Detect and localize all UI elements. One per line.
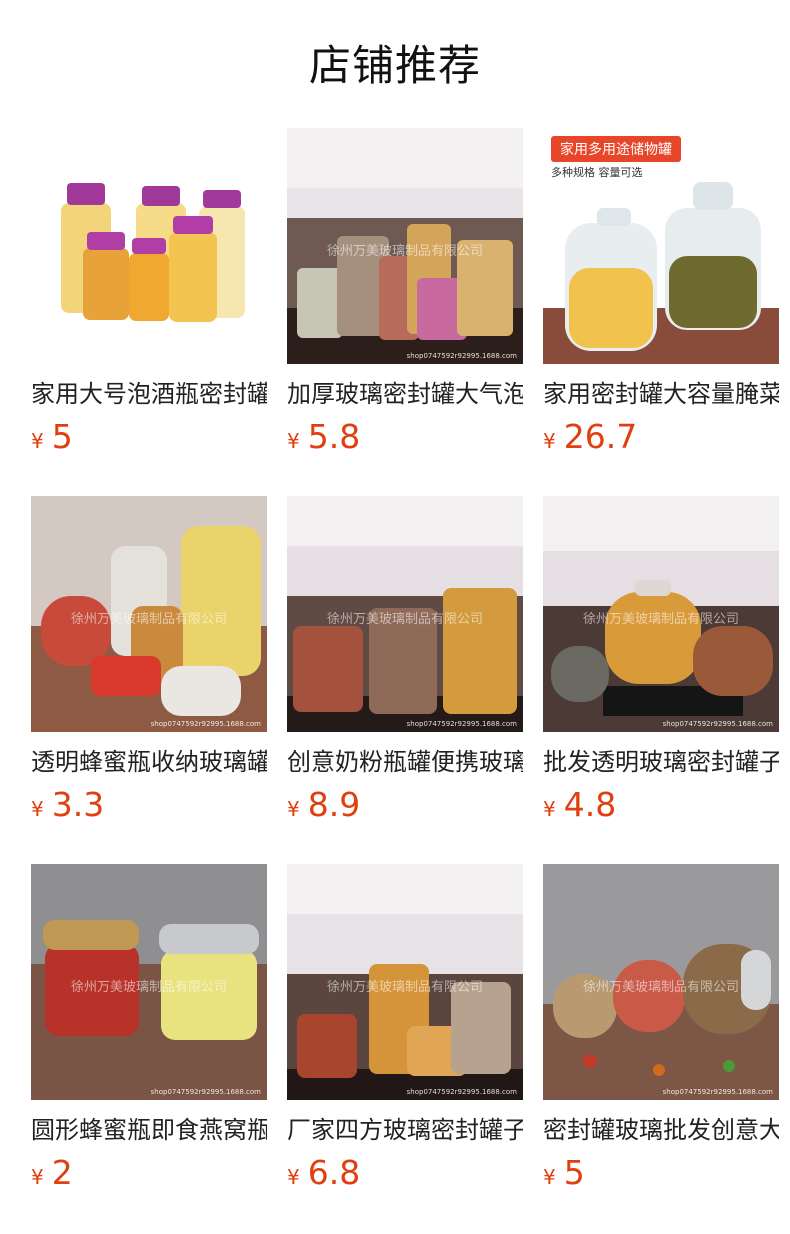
product-price: ¥6.8 <box>287 1154 523 1198</box>
product-card[interactable]: 徐州万美玻璃制品有限公司 shop0747592r92995.1688.com … <box>287 496 523 824</box>
currency-symbol: ¥ <box>287 797 300 821</box>
currency-symbol: ¥ <box>31 797 44 821</box>
product-card[interactable]: 徐州万美玻璃制品有限公司 shop0747592r92995.1688.com … <box>543 864 779 1192</box>
watermark-text: 徐州万美玻璃制品有限公司 <box>582 612 739 627</box>
watermark-text: 徐州万美玻璃制品有限公司 <box>70 980 227 995</box>
product-price: ¥5 <box>543 1154 779 1198</box>
product-price: ¥4.8 <box>543 786 779 830</box>
price-value: 5 <box>563 1153 585 1192</box>
product-name: 加厚玻璃密封罐大气泡 <box>287 380 523 408</box>
shop-id-text: shop0747592r92995.1688.com <box>150 1088 261 1096</box>
product-name: 密封罐玻璃批发创意大 <box>543 1116 779 1144</box>
watermark-text: 徐州万美玻璃制品有限公司 <box>326 612 483 627</box>
product-image: 徐州万美玻璃制品有限公司 shop0747592r92995.1688.com <box>287 864 523 1100</box>
price-value: 26.7 <box>563 417 638 456</box>
product-image <box>31 128 267 364</box>
product-name: 厂家四方玻璃密封罐子 <box>287 1116 523 1144</box>
price-value: 8.9 <box>307 785 361 824</box>
product-name: 圆形蜂蜜瓶即食燕窝瓶 <box>31 1116 267 1144</box>
product-image: 徐州万美玻璃制品有限公司 shop0747592r92995.1688.com <box>31 864 267 1100</box>
price-value: 5 <box>51 417 73 456</box>
price-value: 2 <box>51 1153 73 1192</box>
product-image: 徐州万美玻璃制品有限公司 shop0747592r92995.1688.com <box>543 864 779 1100</box>
currency-symbol: ¥ <box>287 429 300 453</box>
product-name: 透明蜂蜜瓶收纳玻璃罐 <box>31 748 267 776</box>
product-name: 家用大号泡酒瓶密封罐 <box>31 380 267 408</box>
product-name: 家用密封罐大容量腌菜 <box>543 380 779 408</box>
product-card[interactable]: 徐州万美玻璃制品有限公司 shop0747592r92995.1688.com … <box>31 864 267 1192</box>
product-price: ¥5 <box>31 418 267 462</box>
currency-symbol: ¥ <box>543 429 556 453</box>
product-card[interactable]: 家用大号泡酒瓶密封罐 ¥5 <box>31 128 267 456</box>
watermark-text: 徐州万美玻璃制品有限公司 <box>326 980 483 995</box>
shop-id-text: shop0747592r92995.1688.com <box>406 352 517 360</box>
product-image: 徐州万美玻璃制品有限公司 shop0747592r92995.1688.com <box>287 128 523 364</box>
currency-symbol: ¥ <box>543 1165 556 1189</box>
product-image: 徐州万美玻璃制品有限公司 shop0747592r92995.1688.com <box>31 496 267 732</box>
shop-id-text: shop0747592r92995.1688.com <box>662 720 773 728</box>
price-value: 5.8 <box>307 417 361 456</box>
shop-id-text: shop0747592r92995.1688.com <box>406 1088 517 1096</box>
product-image: 徐州万美玻璃制品有限公司 shop0747592r92995.1688.com <box>287 496 523 732</box>
product-card[interactable]: 徐州万美玻璃制品有限公司 shop0747592r92995.1688.com … <box>287 864 523 1192</box>
watermark-text: 徐州万美玻璃制品有限公司 <box>326 244 483 259</box>
shop-id-text: shop0747592r92995.1688.com <box>406 720 517 728</box>
shop-id-text: shop0747592r92995.1688.com <box>662 1088 773 1096</box>
watermark-text: 徐州万美玻璃制品有限公司 <box>70 612 227 627</box>
currency-symbol: ¥ <box>31 1165 44 1189</box>
product-image: 家用多用途储物罐 多种规格 容量可选 <box>543 128 779 364</box>
watermark-text: 徐州万美玻璃制品有限公司 <box>582 980 739 995</box>
product-price: ¥2 <box>31 1154 267 1198</box>
product-card[interactable]: 徐州万美玻璃制品有限公司 shop0747592r92995.1688.com … <box>31 496 267 824</box>
price-value: 6.8 <box>307 1153 361 1192</box>
price-value: 4.8 <box>563 785 617 824</box>
product-price: ¥8.9 <box>287 786 523 830</box>
currency-symbol: ¥ <box>287 1165 300 1189</box>
product-card[interactable]: 徐州万美玻璃制品有限公司 shop0747592r92995.1688.com … <box>543 496 779 824</box>
price-value: 3.3 <box>51 785 105 824</box>
promo-badge: 家用多用途储物罐 <box>551 136 681 162</box>
product-price: ¥3.3 <box>31 786 267 830</box>
product-price: ¥26.7 <box>543 418 779 462</box>
promo-subtext: 多种规格 容量可选 <box>551 166 643 179</box>
shop-id-text: shop0747592r92995.1688.com <box>150 720 261 728</box>
product-name: 创意奶粉瓶罐便携玻璃 <box>287 748 523 776</box>
currency-symbol: ¥ <box>31 429 44 453</box>
product-name: 批发透明玻璃密封罐子 <box>543 748 779 776</box>
product-image: 徐州万美玻璃制品有限公司 shop0747592r92995.1688.com <box>543 496 779 732</box>
product-card[interactable]: 徐州万美玻璃制品有限公司 shop0747592r92995.1688.com … <box>287 128 523 456</box>
currency-symbol: ¥ <box>543 797 556 821</box>
product-price: ¥5.8 <box>287 418 523 462</box>
product-card[interactable]: 家用多用途储物罐 多种规格 容量可选 家用密封罐大容量腌菜 ¥26.7 <box>543 128 779 456</box>
page-title: 店铺推荐 <box>308 41 481 90</box>
